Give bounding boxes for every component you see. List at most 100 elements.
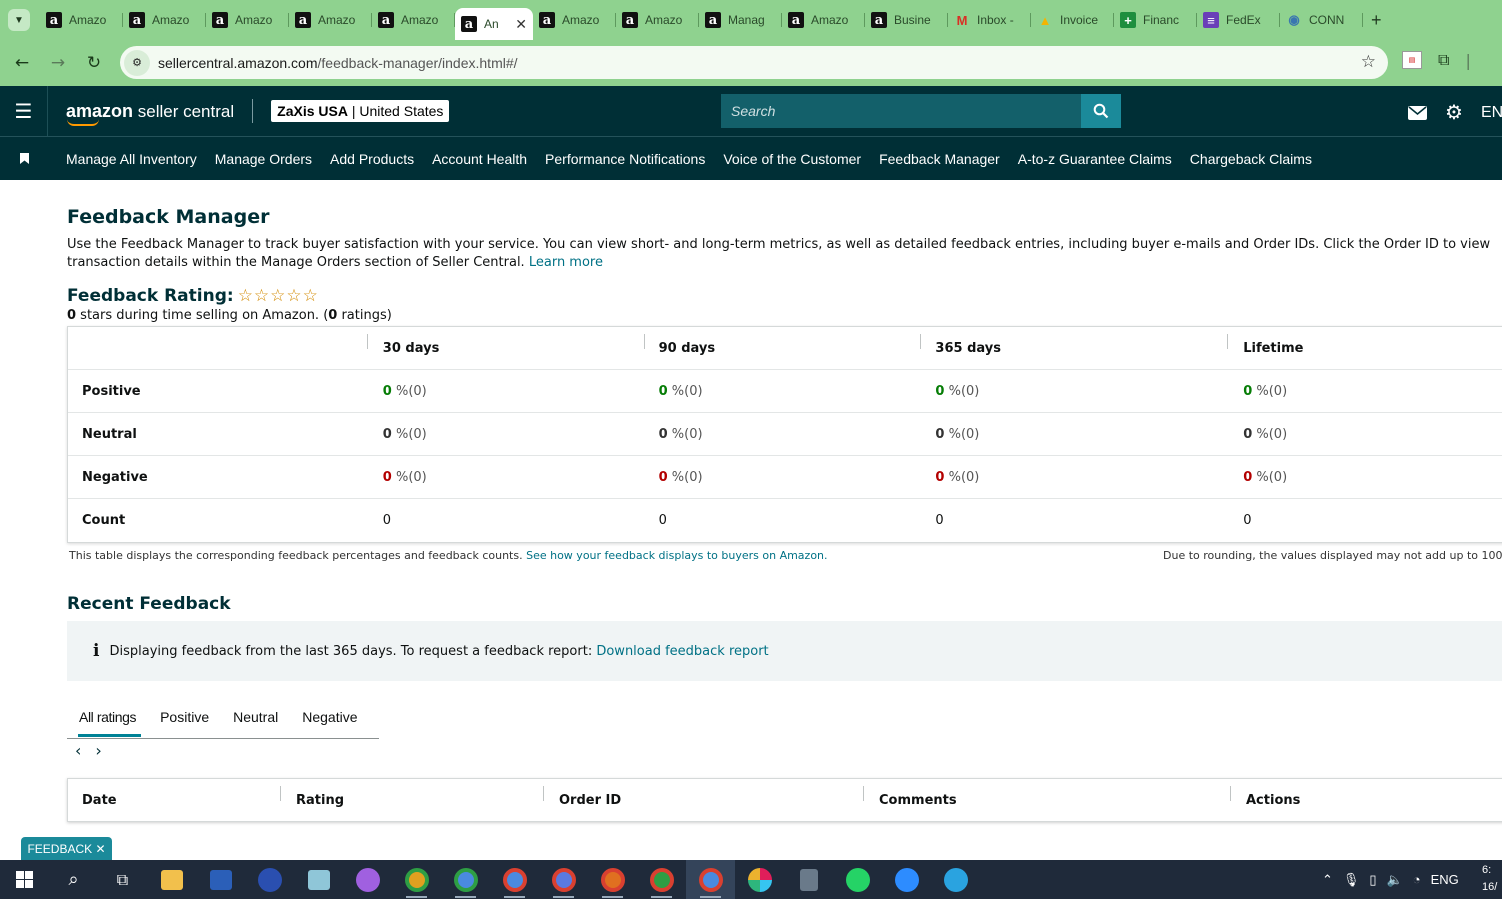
task-view-icon[interactable]: ⧉ (98, 860, 147, 899)
feedback-button[interactable]: FEEDBACK ✕ (21, 837, 112, 860)
bookmark-icon[interactable] (0, 153, 48, 164)
microphone-icon[interactable]: 🎙 (1343, 872, 1360, 888)
table-cell: 0 %(0) (367, 384, 644, 399)
nav-item[interactable]: Account Health (432, 151, 527, 167)
battery-icon[interactable]: ▯ (1369, 872, 1376, 888)
amazon-icon: a (212, 12, 228, 28)
nav-item[interactable]: Manage Orders (215, 151, 312, 167)
browser-tab[interactable]: ▲ Invoice (1031, 4, 1114, 36)
table-cell: 0 %(0) (1227, 427, 1502, 442)
extensions-puzzle-icon[interactable]: ⧉ (1438, 50, 1449, 70)
table-cell: 0 %(0) (367, 427, 644, 442)
nav-item[interactable]: Voice of the Customer (723, 151, 861, 167)
slack-icon[interactable] (735, 860, 784, 899)
column-header[interactable]: Comments (863, 785, 1230, 808)
notepad-icon[interactable] (294, 860, 343, 899)
word-icon[interactable] (196, 860, 245, 899)
tab-close-icon[interactable]: ✕ (515, 16, 527, 33)
chrome-icon[interactable] (441, 860, 490, 899)
download-feedback-report-link[interactable]: Download feedback report (596, 644, 768, 659)
nav-item[interactable]: Performance Notifications (545, 151, 705, 167)
forward-arrow-icon[interactable]: → (40, 53, 76, 73)
browser-tab[interactable]: a Amazo (40, 4, 123, 36)
feedback-display-link[interactable]: See how your feedback displays to buyers… (526, 549, 827, 562)
sheets-icon: + (1120, 12, 1136, 28)
table-cell: 0 (644, 513, 921, 528)
column-header[interactable]: Rating (280, 785, 543, 808)
reload-icon[interactable]: ↻ (76, 53, 112, 73)
nav-item[interactable]: A-to-z Guarantee Claims (1018, 151, 1172, 167)
nav-item[interactable]: Chargeback Claims (1190, 151, 1312, 167)
taskbar-clock[interactable]: 6: 16/ (1482, 862, 1497, 896)
chrome-icon[interactable] (539, 860, 588, 899)
language-selector[interactable]: EN (1481, 104, 1502, 122)
mail-icon[interactable] (1408, 105, 1427, 120)
browser-tab[interactable]: a Amazo (616, 4, 699, 36)
app-shield-icon[interactable] (245, 860, 294, 899)
learn-more-link[interactable]: Learn more (529, 255, 603, 270)
browser-tab[interactable]: a Amazo (289, 4, 372, 36)
search-input[interactable]: Search (721, 94, 1081, 128)
chrome-icon[interactable] (686, 860, 735, 899)
table-row: Count 0 0 0 0 (68, 499, 1502, 542)
browser-tab[interactable]: ◉ CONN (1280, 4, 1363, 36)
address-bar[interactable]: ⚙ sellercentral.amazon.com/feedback-mana… (120, 46, 1388, 79)
column-header[interactable]: Date (68, 793, 280, 808)
browser-tab[interactable]: a Busine (865, 4, 948, 36)
browser-tab[interactable]: a Amazo (372, 4, 455, 36)
rating-tab[interactable]: All ratings (77, 695, 142, 739)
account-switcher[interactable]: ZaXis USA | United States (271, 100, 450, 122)
browser-tab[interactable]: a Amazo (206, 4, 289, 36)
search-button[interactable] (1081, 94, 1121, 128)
next-page-chevron-icon[interactable]: › (95, 741, 101, 760)
chrome-icon[interactable] (490, 860, 539, 899)
search-placeholder: Search (731, 103, 776, 119)
table-cell: 0 (367, 513, 644, 528)
browser-tab[interactable]: a An ✕ (455, 8, 533, 40)
info-icon: i (93, 641, 100, 661)
tab-search-chevron-icon[interactable]: ▼ (8, 9, 30, 31)
prev-page-chevron-icon[interactable]: ‹ (75, 741, 81, 760)
browser-tab[interactable]: a Manag (699, 4, 782, 36)
site-settings-icon[interactable]: ⚙ (124, 49, 150, 76)
browser-tab[interactable]: M Inbox - (948, 4, 1031, 36)
new-tab-plus-icon[interactable]: + (1371, 10, 1382, 31)
browser-tab[interactable]: a Amazo (782, 4, 865, 36)
browser-tab[interactable]: + Financ (1114, 4, 1197, 36)
zoom-icon[interactable] (882, 860, 931, 899)
nav-item[interactable]: Manage All Inventory (66, 151, 197, 167)
table-cell: 0 %(0) (920, 384, 1227, 399)
hamburger-menu-icon[interactable]: ☰ (0, 86, 48, 136)
file-explorer-icon[interactable] (147, 860, 196, 899)
back-arrow-icon[interactable]: ← (4, 53, 40, 73)
browser-tab[interactable]: a Amazo (533, 4, 616, 36)
volume-icon[interactable]: 🔈 (1387, 872, 1403, 888)
search-icon[interactable]: ⌕ (49, 860, 98, 899)
windows-start-icon[interactable] (0, 860, 49, 899)
column-header[interactable]: Order ID (543, 785, 863, 808)
chrome-icon[interactable] (392, 860, 441, 899)
rating-tab[interactable]: Negative (302, 695, 357, 739)
wifi-icon[interactable]: ◔ (1413, 872, 1421, 887)
cell-percent: 0 (658, 426, 668, 442)
nav-item[interactable]: Feedback Manager (879, 151, 1000, 167)
chrome-icon[interactable] (588, 860, 637, 899)
calculator-icon[interactable] (784, 860, 833, 899)
browser-tab[interactable]: a Amazo (123, 4, 206, 36)
tray-chevron-up-icon[interactable]: ⌃ (1322, 872, 1333, 888)
star-rating-icon: ☆☆☆☆☆ (237, 286, 319, 306)
settings-gear-icon[interactable]: ⚙ (1445, 100, 1463, 125)
extension-icon[interactable]: ▤ (1402, 51, 1422, 69)
telegram-icon[interactable] (931, 860, 980, 899)
browser-tab[interactable]: ≡ FedEx (1197, 4, 1280, 36)
seller-central-logo[interactable]: amazon seller central (66, 101, 234, 126)
nav-item[interactable]: Add Products (330, 151, 414, 167)
bookmark-star-icon[interactable]: ☆ (1361, 52, 1376, 72)
tray-language[interactable]: ENG (1431, 872, 1459, 887)
messenger-icon[interactable] (343, 860, 392, 899)
rating-tab[interactable]: Neutral (233, 695, 278, 739)
rating-tab[interactable]: Positive (160, 695, 209, 739)
chrome-icon[interactable] (637, 860, 686, 899)
column-header[interactable]: Actions (1230, 785, 1480, 808)
whatsapp-icon[interactable] (833, 860, 882, 899)
